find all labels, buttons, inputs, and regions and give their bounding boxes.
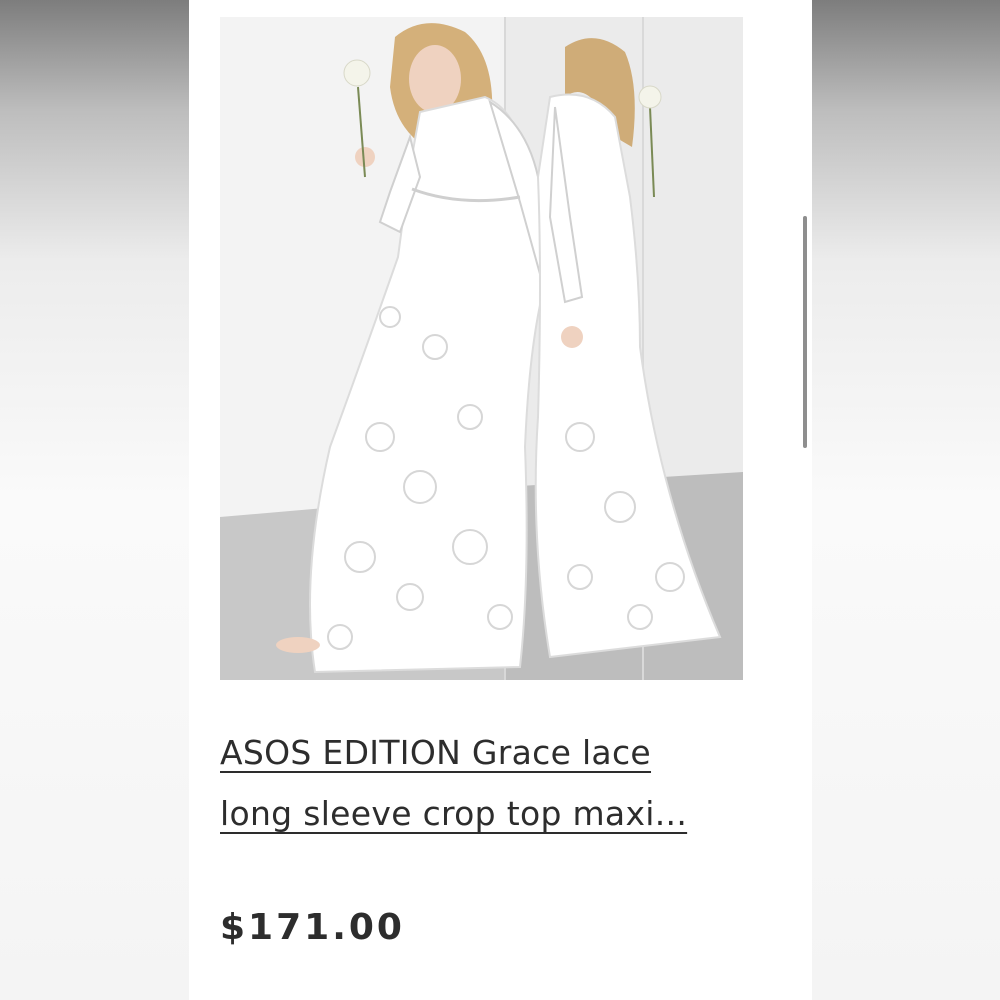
product-title-link[interactable]: ASOS EDITION Grace lace long sleeve crop… [220, 722, 780, 844]
product-title-line2: long sleeve crop top maxi... [220, 794, 688, 833]
product-title-line1: ASOS EDITION Grace lace [220, 733, 652, 772]
vertical-scrollbar[interactable] [803, 216, 807, 448]
product-card: ASOS EDITION Grace lace long sleeve crop… [189, 0, 812, 1000]
background-blur-left [0, 0, 189, 1000]
product-image[interactable] [220, 17, 743, 680]
product-price: $171.00 [220, 907, 405, 948]
background-blur-right [812, 0, 1000, 1000]
